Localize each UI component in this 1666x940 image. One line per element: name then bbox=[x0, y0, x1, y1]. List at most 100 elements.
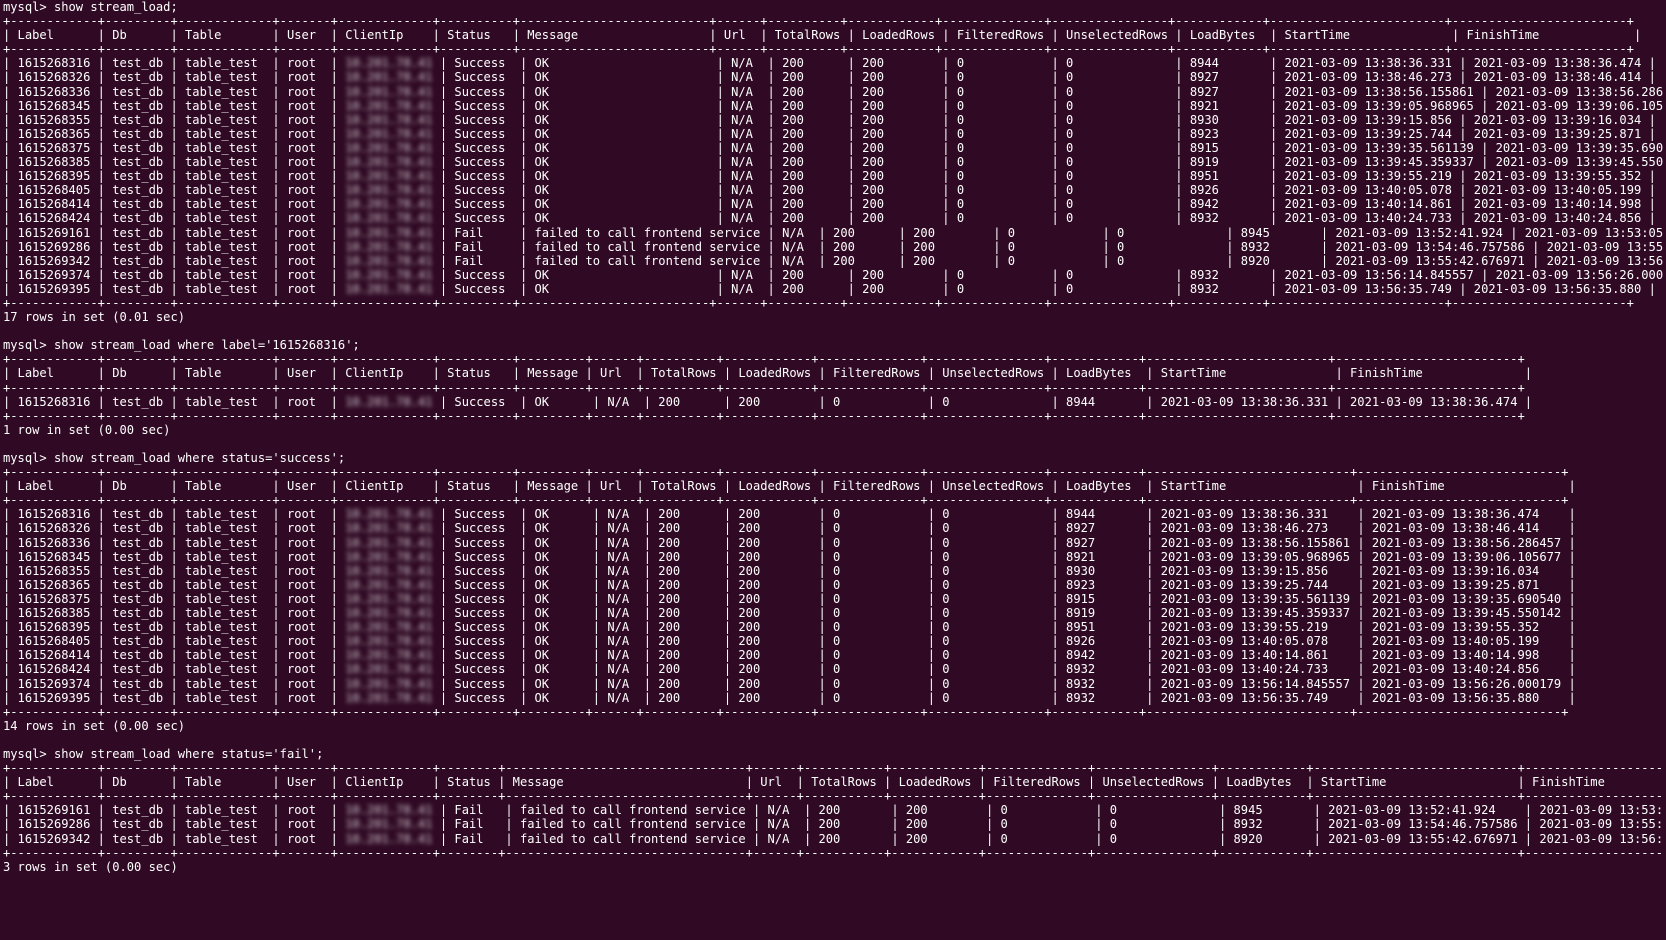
table-border: | bbox=[330, 620, 338, 635]
table-border: | bbox=[1357, 577, 1365, 592]
table-border: | bbox=[847, 112, 855, 127]
table-cell: test_db bbox=[104, 197, 171, 212]
table-cell: 200 bbox=[731, 507, 819, 522]
column-header: ClientIp bbox=[337, 28, 433, 43]
table-border: | bbox=[170, 56, 178, 71]
table-border: | bbox=[512, 366, 520, 381]
table-border: | bbox=[170, 803, 178, 818]
table-cell: 200 bbox=[774, 155, 848, 170]
column-header: Message bbox=[505, 775, 746, 790]
table-border: | bbox=[643, 521, 652, 536]
table-cell: OK bbox=[527, 577, 593, 592]
table-cell: 0 bbox=[935, 648, 1052, 663]
table-cell: 8944 bbox=[1058, 394, 1147, 409]
table-cell: root bbox=[279, 634, 331, 649]
table-border: | bbox=[818, 648, 826, 663]
table-border: | bbox=[330, 662, 338, 677]
table-border: | bbox=[170, 676, 178, 691]
table-cell: 0 bbox=[1058, 267, 1176, 282]
table-border: | bbox=[1648, 70, 1656, 85]
table-cell: 1615268365 bbox=[10, 126, 98, 141]
table-cell: 200 bbox=[774, 281, 848, 296]
result-footer: 3 rows in set (0.00 sec) bbox=[3, 860, 1663, 874]
table-border: | bbox=[1459, 183, 1467, 198]
table-border: | bbox=[97, 591, 105, 606]
table-cell: OK bbox=[527, 267, 717, 282]
table-border: | bbox=[330, 253, 338, 268]
table-cell: 8927 bbox=[1058, 535, 1147, 550]
table-cell: 0 bbox=[1102, 803, 1219, 818]
column-header: User bbox=[279, 479, 331, 494]
client-ip-cell: 10.201.78.41 bbox=[337, 155, 440, 170]
client-ip-cell: 10.201.78.41 bbox=[337, 281, 440, 296]
table-border: | bbox=[97, 831, 105, 846]
table-cell: Success bbox=[447, 267, 520, 282]
table-border: | bbox=[818, 225, 826, 240]
mysql-prompt: mysql> bbox=[3, 746, 54, 761]
table-cell: 8930 bbox=[1058, 563, 1147, 578]
terminal-window[interactable]: mysql> show stream_load; +------------+--… bbox=[3, 0, 1663, 940]
column-header: Table bbox=[177, 479, 273, 494]
table-cell: test_db bbox=[104, 690, 171, 705]
client-ip-cell: 10.201.78.41 bbox=[337, 521, 440, 536]
table-cell: OK bbox=[527, 155, 717, 170]
column-header: User bbox=[279, 366, 331, 381]
table-border: | bbox=[170, 690, 178, 705]
table-cell: 1615268316 bbox=[10, 56, 98, 71]
table-cell: 0 bbox=[993, 831, 1096, 846]
table-cell: 200 bbox=[651, 521, 724, 536]
table-cell: 2021-03-09 13:39:45.359337 bbox=[1277, 155, 1482, 170]
table-border: | bbox=[1226, 239, 1234, 254]
table-cell: table_test bbox=[177, 662, 273, 677]
table-cell: root bbox=[279, 662, 331, 677]
table-row: | 1615269286 | test_db | table_test | ro… bbox=[3, 240, 1663, 254]
table-cell: table_test bbox=[177, 676, 273, 691]
table-cell: 0 bbox=[1058, 70, 1176, 85]
table-border: | bbox=[1175, 197, 1183, 212]
table-border: | bbox=[330, 366, 338, 381]
table-cell: N/A bbox=[723, 197, 768, 212]
table-cell: 200 bbox=[651, 394, 724, 409]
sql-command: show stream_load where status='fail'; bbox=[53, 746, 324, 761]
table-border: | bbox=[1175, 211, 1183, 226]
table-border: | bbox=[592, 535, 601, 550]
table-cell: 2021-03-09 13:40:05.078 bbox=[1153, 634, 1358, 649]
table-border: | bbox=[272, 281, 280, 296]
table-cell: 2021-03-09 13:39:15.856 bbox=[1277, 112, 1460, 127]
table-cell: 2021-03-09 13:56:35.749 bbox=[1277, 281, 1460, 296]
column-header: LoadedRows bbox=[891, 775, 979, 790]
table-cell: N/A bbox=[600, 549, 644, 564]
table-cell: N/A bbox=[723, 155, 768, 170]
table-cell: 2021-03-09 13:39:45.359337 bbox=[1153, 606, 1358, 621]
table-cell: 1615268405 bbox=[10, 634, 98, 649]
table-cell: root bbox=[279, 239, 331, 254]
table-border: | bbox=[1648, 169, 1656, 184]
table-border: | bbox=[716, 56, 724, 71]
table-cell: 2021-03-09 13:38:46.273 bbox=[1153, 521, 1358, 536]
table-cell: 8932 bbox=[1182, 281, 1270, 296]
table-border: | bbox=[1102, 253, 1110, 268]
table-border: | bbox=[767, 197, 775, 212]
table-cell: N/A bbox=[600, 591, 644, 606]
table-cell: 200 bbox=[731, 690, 819, 705]
table-row: | 1615268385 | test_db | table_test | ro… bbox=[3, 606, 1663, 620]
table-cell: test_db bbox=[104, 155, 171, 170]
table-cell: 200 bbox=[774, 183, 848, 198]
table-cell: N/A bbox=[600, 563, 644, 578]
table-border: | bbox=[1568, 521, 1576, 536]
table-border: | bbox=[1175, 84, 1183, 99]
table-border: | bbox=[1051, 634, 1059, 649]
table-border: | bbox=[170, 155, 178, 170]
table-cell: root bbox=[279, 507, 331, 522]
table-border: | bbox=[330, 676, 338, 691]
table-border: | bbox=[272, 126, 280, 141]
table-border: | bbox=[170, 366, 178, 381]
table-cell: 8932 bbox=[1058, 662, 1147, 677]
table-cell: root bbox=[279, 281, 331, 296]
table-cell: 200 bbox=[898, 831, 986, 846]
client-ip-cell: 10.201.78.41 bbox=[337, 253, 440, 268]
table-border: | bbox=[1226, 253, 1234, 268]
table-cell: test_db bbox=[104, 606, 171, 621]
table-border: | bbox=[330, 98, 338, 113]
column-header: Url bbox=[592, 479, 637, 494]
